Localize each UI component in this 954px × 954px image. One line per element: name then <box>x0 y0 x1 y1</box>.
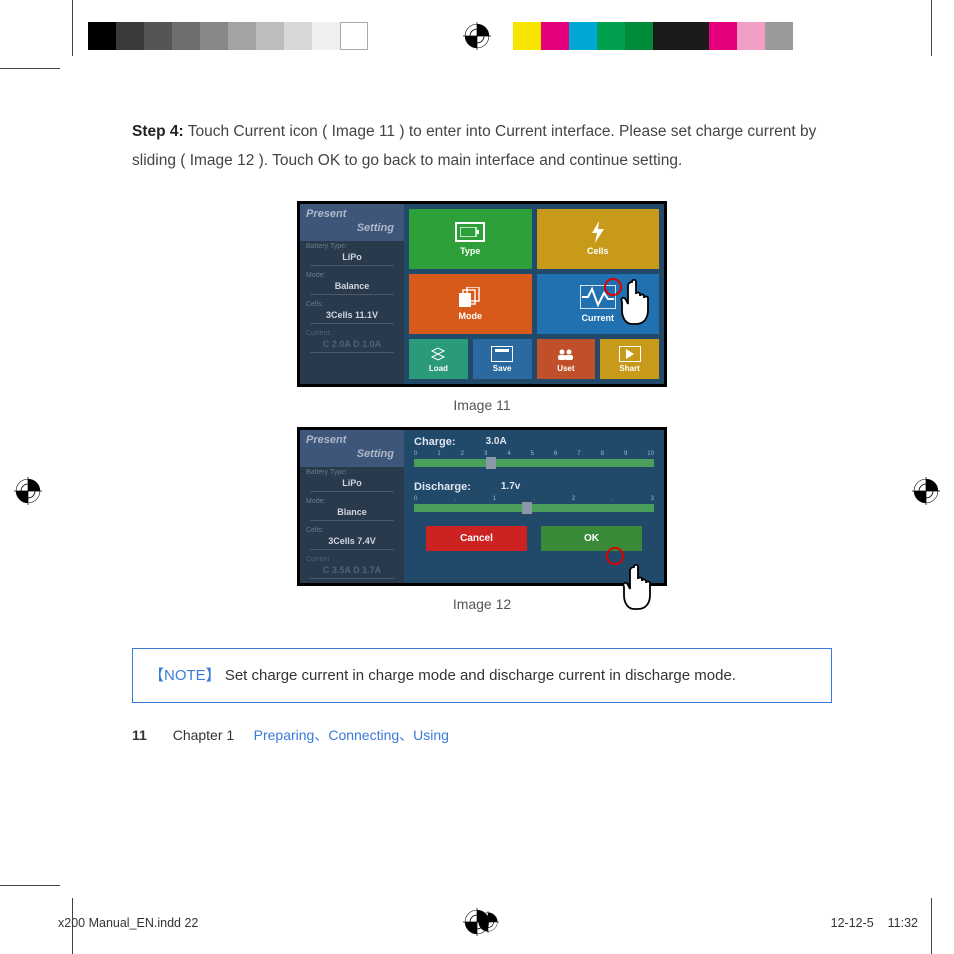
print-footer: x200 Manual_EN.indd 22 12-12-5 11:32 <box>58 916 918 930</box>
registration-mark-icon <box>912 477 940 505</box>
ui-screenshot-image12: PresentSetting Battery Type:LiPo Mode:Bl… <box>297 427 667 585</box>
charge-value: 3.0A <box>486 436 507 448</box>
ok-button[interactable]: OK <box>541 526 642 551</box>
press-color-bar-left <box>88 22 368 50</box>
crop-mark <box>931 898 932 954</box>
uset-tile[interactable]: Uset <box>537 339 596 379</box>
figure-caption: Image 11 <box>453 397 510 413</box>
users-icon <box>555 346 577 362</box>
cancel-button[interactable]: Cancel <box>426 526 527 551</box>
play-icon <box>619 346 641 362</box>
discharge-scale: 0.1.2.3 <box>414 496 654 502</box>
discharge-value: 1.7v <box>501 481 520 493</box>
note-box: 【NOTE】 Set charge current in charge mode… <box>132 648 832 704</box>
window-icon <box>491 346 513 362</box>
charge-slider[interactable] <box>414 459 654 467</box>
charge-scale: 012345678910 <box>414 451 654 457</box>
crop-mark <box>931 0 932 56</box>
figure-caption: Image 12 <box>453 596 511 612</box>
mode-tile[interactable]: Mode <box>409 274 532 334</box>
chapter-line: 11 Chapter 1 Preparing、Connecting、Using <box>132 725 832 745</box>
discharge-slider[interactable] <box>414 504 654 512</box>
note-tag: 【NOTE】 <box>149 667 221 684</box>
bolt-icon <box>583 222 613 242</box>
battery-icon <box>455 222 485 242</box>
discharge-slider-thumb[interactable] <box>522 502 532 514</box>
crop-mark <box>0 68 60 69</box>
touch-hand-icon <box>614 276 658 328</box>
crop-mark <box>0 885 60 886</box>
discharge-label: Discharge: <box>414 481 471 493</box>
cells-tile[interactable]: Cells <box>537 209 660 269</box>
registration-mark-icon <box>477 911 499 936</box>
shart-tile[interactable]: Shart <box>600 339 659 379</box>
press-color-bar-right <box>513 22 793 50</box>
type-tile[interactable]: Type <box>409 209 532 269</box>
crop-mark <box>72 0 73 56</box>
ui-screenshot-image11: PresentSetting Battery Type:LiPo Mode:Ba… <box>297 201 667 387</box>
registration-mark-icon <box>14 477 42 505</box>
load-tile[interactable]: Load <box>409 339 468 379</box>
stack-icon <box>455 287 485 307</box>
settings-sidebar: PresentSetting Battery Type:LiPo Mode:Ba… <box>300 204 404 384</box>
cycle-icon <box>427 346 449 362</box>
footer-file: x200 Manual_EN.indd 22 <box>58 916 198 930</box>
save-tile[interactable]: Save <box>473 339 532 379</box>
touch-hand-icon <box>616 561 660 613</box>
settings-sidebar: PresentSetting Battery Type:LiPo Mode:Bl… <box>300 430 404 582</box>
step-text: Step 4: Touch Current icon ( Image 11 ) … <box>132 118 832 175</box>
registration-mark-icon <box>463 22 491 50</box>
charge-slider-thumb[interactable] <box>486 457 496 469</box>
charge-label: Charge: <box>414 436 456 448</box>
